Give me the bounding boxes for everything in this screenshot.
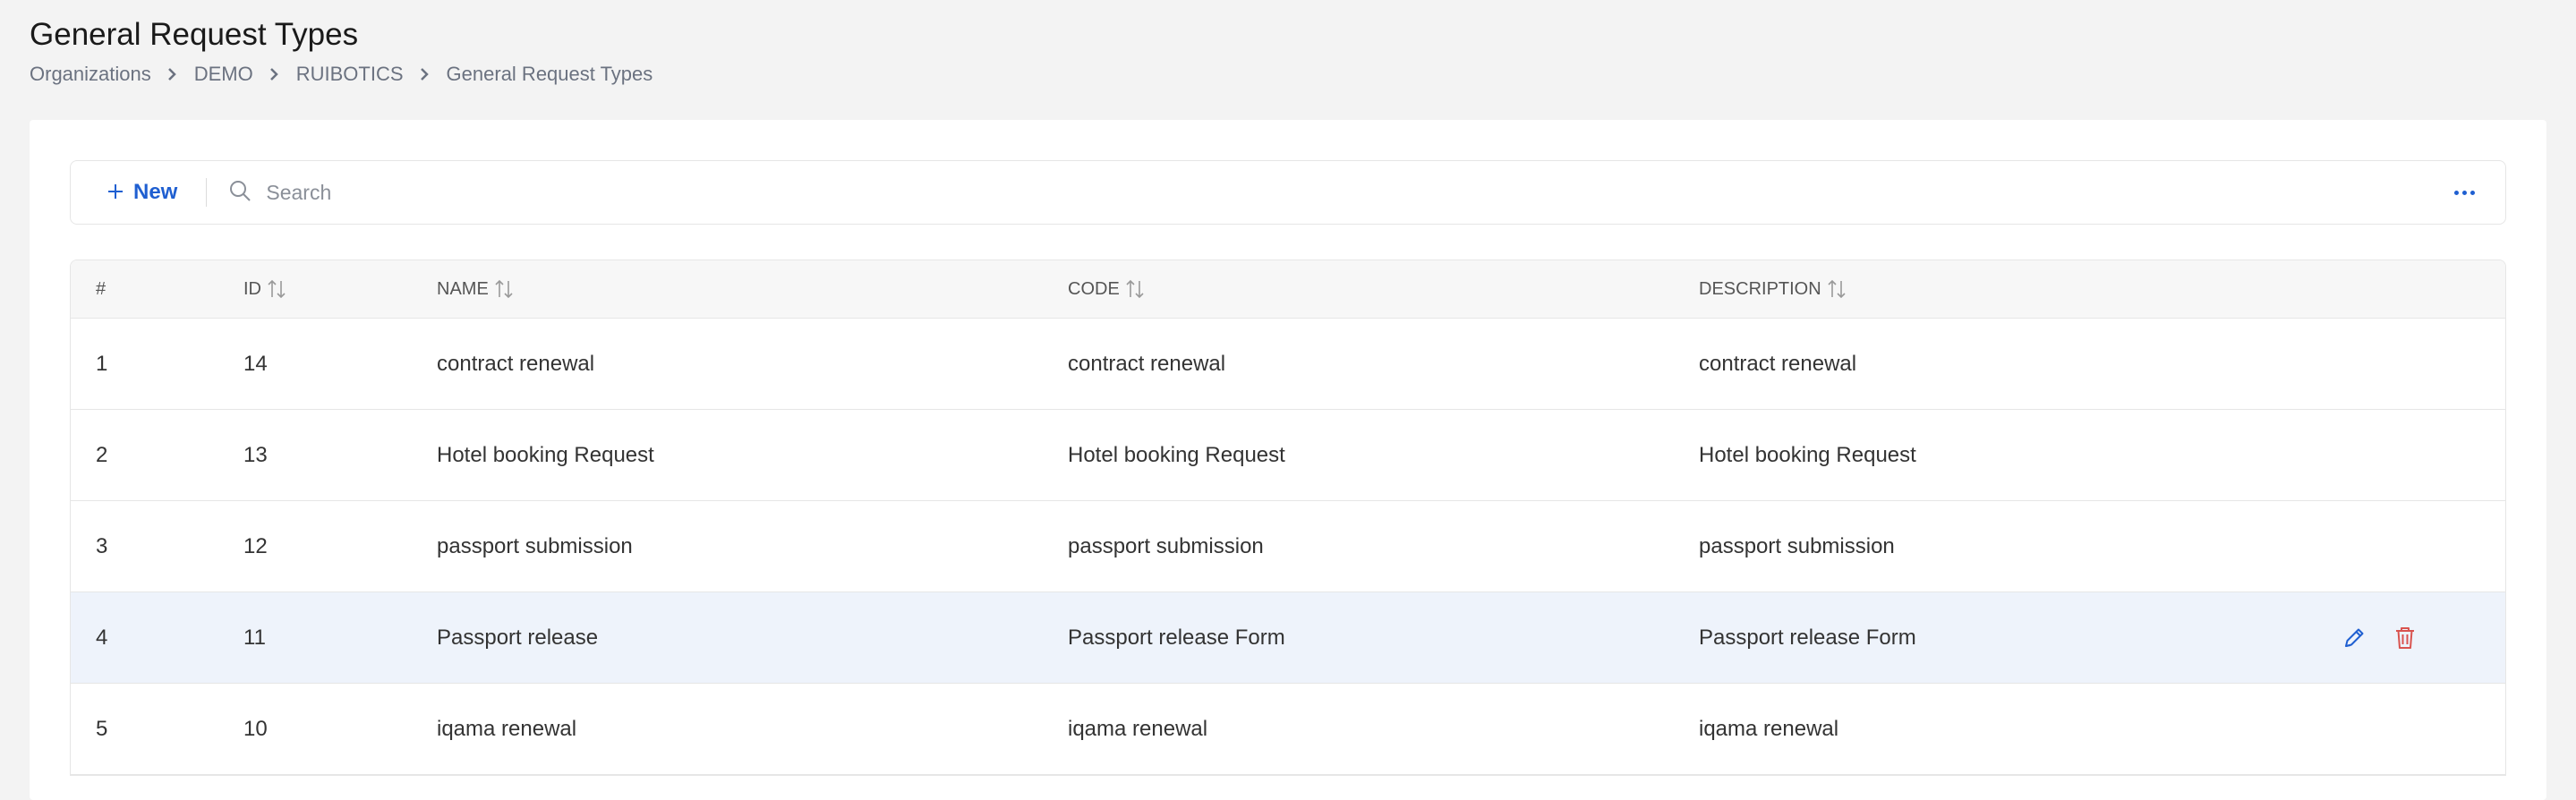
- new-button[interactable]: New: [107, 180, 177, 205]
- cell-description: Passport release Form: [1699, 625, 1916, 650]
- cell-description: passport submission: [1699, 533, 1895, 558]
- search-input[interactable]: [264, 179, 806, 206]
- breadcrumb-current: General Request Types: [446, 63, 653, 85]
- content-card: New # ID NAME: [30, 120, 2546, 800]
- table-header: # ID NAME CODE DESCRIPTION: [71, 260, 2505, 319]
- plus-icon: [107, 180, 124, 205]
- column-header-code[interactable]: CODE: [1068, 278, 1145, 300]
- breadcrumb-demo[interactable]: DEMO: [194, 63, 253, 86]
- sort-icon[interactable]: [1827, 278, 1847, 300]
- cell-num: 4: [96, 625, 108, 650]
- cell-description: Hotel booking Request: [1699, 442, 1916, 467]
- cell-name: passport submission: [437, 533, 633, 558]
- cell-description: iqama renewal: [1699, 716, 1839, 741]
- page-title: General Request Types: [30, 17, 359, 52]
- sort-icon[interactable]: [494, 278, 514, 300]
- cell-code: contract renewal: [1068, 351, 1226, 376]
- table-row[interactable]: 2 13 Hotel booking Request Hotel booking…: [71, 410, 2505, 501]
- trash-icon[interactable]: [2393, 626, 2417, 651]
- table-row[interactable]: 5 10 iqama renewal iqama renewal iqama r…: [71, 684, 2505, 775]
- table-row[interactable]: 3 12 passport submission passport submis…: [71, 501, 2505, 592]
- table-row[interactable]: 4 11 Passport release Passport release F…: [71, 592, 2505, 684]
- table-row[interactable]: 1 14 contract renewal contract renewal c…: [71, 319, 2505, 410]
- search-box: [228, 179, 2454, 207]
- cell-id: 11: [243, 625, 266, 650]
- cell-code: passport submission: [1068, 533, 1264, 558]
- chevron-right-icon: [418, 68, 431, 81]
- cell-id: 14: [243, 351, 268, 376]
- breadcrumb: Organizations DEMO RUIBOTICS General Req…: [30, 63, 653, 86]
- sort-icon[interactable]: [267, 278, 286, 300]
- cell-num: 1: [96, 351, 108, 376]
- toolbar: New: [70, 160, 2506, 225]
- column-header-description[interactable]: DESCRIPTION: [1699, 278, 1847, 300]
- chevron-right-icon: [166, 68, 178, 81]
- cell-description: contract renewal: [1699, 351, 1857, 376]
- chevron-right-icon: [268, 68, 280, 81]
- cell-num: 3: [96, 533, 108, 558]
- request-types-table: # ID NAME CODE DESCRIPTION 1 14 contract…: [70, 260, 2506, 776]
- cell-id: 10: [243, 716, 268, 741]
- cell-num: 5: [96, 716, 108, 741]
- cell-name: Hotel booking Request: [437, 442, 654, 467]
- cell-code: Passport release Form: [1068, 625, 1285, 650]
- sort-icon[interactable]: [1125, 278, 1145, 300]
- cell-name: Passport release: [437, 625, 599, 650]
- breadcrumb-ruibotics[interactable]: RUIBOTICS: [296, 63, 404, 86]
- cell-code: iqama renewal: [1068, 716, 1208, 741]
- cell-name: iqama renewal: [437, 716, 577, 741]
- page-header: General Request Types Organizations DEMO…: [30, 13, 653, 86]
- row-actions: [2341, 626, 2417, 651]
- search-icon: [228, 179, 252, 207]
- column-header-id[interactable]: ID: [243, 278, 286, 300]
- cell-code: Hotel booking Request: [1068, 442, 1285, 467]
- cell-name: contract renewal: [437, 351, 595, 376]
- toolbar-divider: [206, 178, 208, 207]
- cell-id: 13: [243, 442, 268, 467]
- cell-num: 2: [96, 442, 108, 467]
- breadcrumb-organizations[interactable]: Organizations: [30, 63, 151, 86]
- cell-id: 12: [243, 533, 268, 558]
- column-header-num: #: [96, 278, 107, 299]
- more-icon[interactable]: [2454, 190, 2475, 195]
- column-header-name[interactable]: NAME: [437, 278, 514, 300]
- edit-icon[interactable]: [2341, 626, 2367, 651]
- new-button-label: New: [133, 180, 178, 204]
